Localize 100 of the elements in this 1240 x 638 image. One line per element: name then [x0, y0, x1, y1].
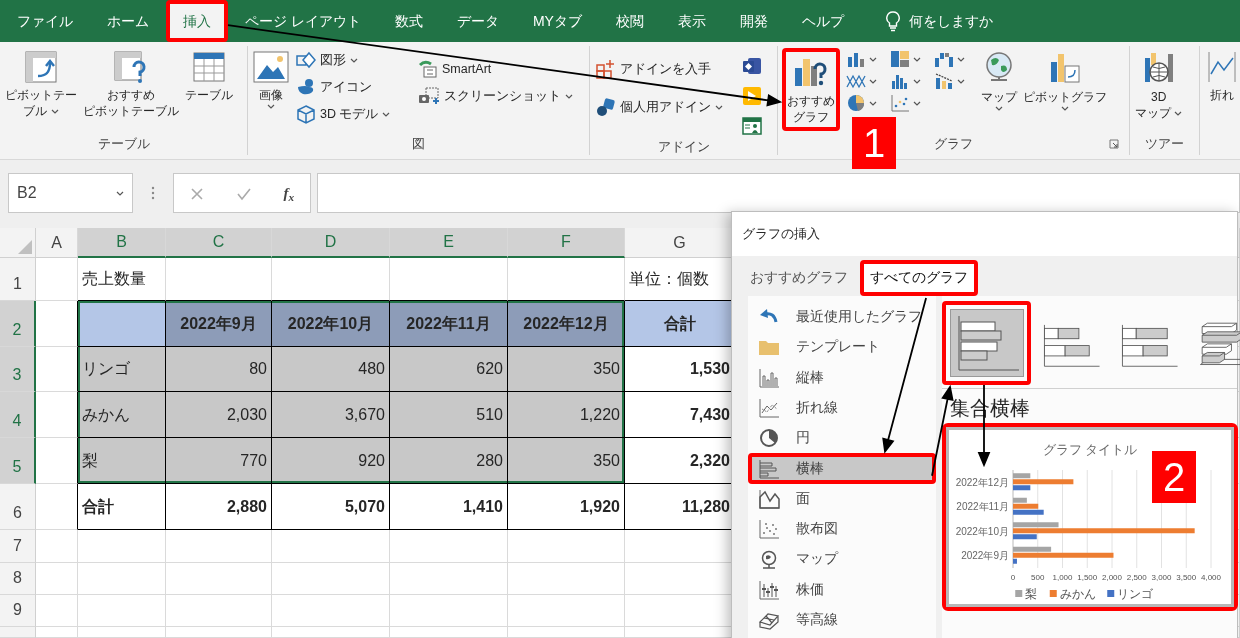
ribbon-button[interactable]: 個人用アドイン	[594, 94, 736, 120]
row-header[interactable]: 2	[0, 301, 36, 347]
row-header[interactable]: 6	[0, 484, 36, 530]
pie-chart-icon	[758, 428, 780, 449]
chart-category-item[interactable]: 折れ線	[748, 392, 936, 424]
tell-me-search[interactable]: 何をしますか	[874, 0, 1003, 42]
row-header[interactable]: 8	[0, 563, 36, 595]
table-cell: リンゴ	[78, 347, 166, 392]
ribbon-button[interactable]: マップ	[980, 48, 1018, 117]
axis-label: 3,000	[1151, 573, 1172, 582]
row-header[interactable]: 4	[0, 392, 36, 438]
dialog-tab[interactable]: おすすめグラフ	[740, 259, 858, 296]
table-cell: 1,410	[390, 484, 508, 530]
column-header[interactable]: F	[508, 228, 625, 258]
clustered-bar-icon	[950, 310, 1023, 376]
ribbon-tab[interactable]: 表示	[660, 0, 723, 42]
chart-title: グラフ タイトル	[1042, 443, 1138, 457]
ribbon-button[interactable]: アイコン	[294, 74, 412, 100]
caret-icon	[565, 93, 573, 99]
ribbon-tab[interactable]: 校閲	[598, 0, 661, 42]
table-cell: 2022年12月	[508, 301, 625, 347]
name-box[interactable]: B2	[8, 173, 133, 213]
chart-category-item[interactable]: マップ	[748, 544, 936, 575]
ribbon-button[interactable]: おすすめ ピボットテーブル	[82, 48, 180, 122]
caret-icon	[715, 104, 723, 110]
ribbon-button[interactable]: 画像	[252, 48, 290, 115]
column-header[interactable]: D	[272, 228, 390, 258]
table-cell: 280	[390, 438, 508, 484]
row-header[interactable]: 3	[0, 347, 36, 392]
chart-category-item[interactable]: 横棒	[748, 453, 936, 484]
ribbon-button[interactable]: ピボットテー ブル	[4, 48, 78, 122]
row-header[interactable]: 1	[0, 258, 36, 301]
axis-label: 2,000	[1102, 573, 1122, 582]
group-label: グラフ	[934, 135, 973, 153]
ribbon-tab[interactable]: ヘルプ	[784, 0, 861, 42]
ribbon-button[interactable]: ピボットグラフ	[1022, 48, 1108, 117]
ribbon-tab[interactable]: 挿入	[166, 0, 228, 42]
row-header[interactable]: 9	[0, 595, 36, 627]
column-chart-icon	[846, 50, 866, 68]
column-header[interactable]: C	[166, 228, 272, 258]
row-header[interactable]: 5	[0, 438, 36, 484]
legend-label: 梨	[1025, 588, 1038, 600]
dialog-title: グラフの挿入	[742, 225, 820, 244]
column-header[interactable]: E	[390, 228, 508, 258]
insert-function-button[interactable]: f$_{x}$	[279, 181, 299, 205]
hierarchy-chart-icon	[890, 50, 910, 68]
ribbon-tab[interactable]: データ	[439, 0, 516, 42]
chart-subtype-button[interactable]	[942, 301, 1031, 385]
ribbon-tab[interactable]: MYタブ	[515, 0, 599, 42]
lightbulb-icon	[884, 10, 901, 32]
row-header[interactable]: 7	[0, 530, 36, 563]
table-cell	[36, 484, 78, 530]
ribbon-button[interactable]: 3D モデル	[294, 101, 412, 128]
formula-field[interactable]	[317, 173, 1240, 213]
caret-icon	[350, 57, 358, 63]
ribbon-button[interactable]: テーブル	[184, 48, 234, 106]
caret-icon	[957, 56, 965, 62]
table-cell: 80	[166, 347, 272, 392]
table-cell	[36, 301, 78, 347]
chart-category-item[interactable]: 最近使用したグラフ	[748, 302, 936, 333]
dialog-tab[interactable]: すべてのグラフ	[860, 259, 978, 296]
table-cell: 売上数量	[78, 258, 166, 301]
play-icon	[742, 86, 762, 106]
dialog-launcher-button[interactable]	[1107, 137, 1121, 151]
table-cell: 350	[508, 347, 625, 392]
ribbon-button[interactable]: アドインを入手	[594, 56, 736, 82]
ribbon-button[interactable]: おすすめ グラフ	[782, 48, 840, 132]
table-icon	[192, 50, 226, 84]
table-cell: 2022年9月	[166, 301, 272, 347]
table-cell: 1,920	[508, 484, 625, 530]
ribbon-button[interactable]: 図形	[294, 48, 412, 73]
sparkline-icon	[1205, 50, 1239, 84]
chart-category-item[interactable]: 等高線	[748, 604, 936, 636]
table-cell: 3,670	[272, 392, 390, 438]
surface-chart-icon	[758, 610, 780, 631]
scatter-chart-icon	[758, 519, 780, 540]
chart-category-item[interactable]: 散布図	[748, 514, 936, 545]
chart-category-item[interactable]: 株価	[748, 574, 936, 605]
chart-category-item[interactable]: 縦棒	[748, 362, 936, 393]
caret-icon	[116, 190, 124, 196]
column-header[interactable]: A	[36, 228, 78, 258]
chart-category-item[interactable]: 円	[748, 423, 936, 454]
caret-icon	[267, 103, 275, 109]
ribbon-button[interactable]: スクリーンショット	[416, 83, 576, 109]
table-cell	[36, 347, 78, 392]
scatter-chart-icon	[890, 94, 910, 112]
table-cell	[36, 392, 78, 438]
column-header[interactable]: B	[78, 228, 166, 258]
ribbon-button[interactable]: SmartArt	[416, 57, 576, 82]
ribbon-button[interactable]: 折れ	[1204, 48, 1240, 106]
ribbon-tab[interactable]: ページ レイアウト	[228, 0, 378, 42]
axis-label: 500	[1031, 573, 1045, 582]
ribbon-tab[interactable]: 数式	[377, 0, 440, 42]
ribbon-tab[interactable]: 開発	[722, 0, 785, 42]
chart-category-item[interactable]: 面	[748, 483, 936, 515]
ribbon-tab[interactable]: ファイル	[0, 0, 90, 42]
ribbon-button[interactable]: 3D マップ	[1134, 48, 1184, 124]
ribbon-tab[interactable]: ホーム	[90, 0, 166, 42]
chart-category-item[interactable]: テンプレート	[748, 332, 936, 363]
table-cell: 920	[272, 438, 390, 484]
